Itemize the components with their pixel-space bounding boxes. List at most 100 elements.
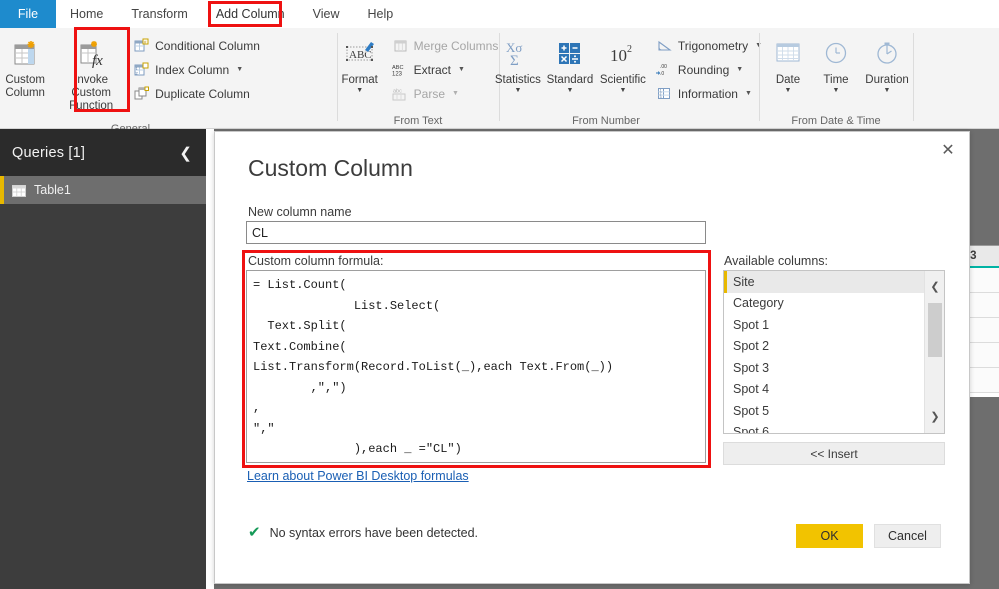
chevron-down-icon[interactable]: ▼ xyxy=(452,90,459,97)
ribbon-tab-add-column[interactable]: Add Column xyxy=(202,0,299,28)
custom-column-dialog: ✕ Custom Column New column name Custom c… xyxy=(214,131,970,584)
format-button[interactable]: ABC Format ▼ xyxy=(334,32,386,95)
table-grid-icon xyxy=(12,184,26,197)
custom-column-button[interactable]: Custom Column xyxy=(0,32,53,100)
available-column-item-spot-3[interactable]: Spot 3 xyxy=(724,357,924,379)
conditional-column-label: Conditional Column xyxy=(155,38,260,53)
insert-column-button[interactable]: << Insert xyxy=(723,442,945,465)
ribbon-tab-home-label: Home xyxy=(70,7,104,21)
chevron-down-icon[interactable]: ▼ xyxy=(785,87,792,95)
available-column-item-site[interactable]: Site xyxy=(724,271,924,293)
custom-column-label: Custom Column xyxy=(5,74,45,99)
clock-icon xyxy=(821,34,851,74)
queries-pane: Queries [1] ❮ Table1 xyxy=(0,129,206,589)
scrollbar-thumb[interactable] xyxy=(928,303,942,357)
group-divider xyxy=(913,33,914,121)
standard-button[interactable]: Standard ▼ xyxy=(544,32,596,95)
parse-abc-icon: abc xyxy=(392,85,409,102)
available-column-item-spot-5[interactable]: Spot 5 xyxy=(724,400,924,422)
chevron-down-icon[interactable]: ▼ xyxy=(884,87,891,95)
statistics-label: Statistics xyxy=(494,74,541,86)
available-column-item-spot-6[interactable]: Spot 6 xyxy=(724,422,924,433)
ribbon-tab-file[interactable]: File xyxy=(0,0,56,28)
ok-button[interactable]: OK xyxy=(796,524,863,548)
learn-formulas-link[interactable]: Learn about Power BI Desktop formulas xyxy=(247,469,469,483)
available-column-item-category[interactable]: Category xyxy=(724,293,924,315)
rounding-button[interactable]: .00 .0 Rounding ▼ xyxy=(654,58,766,81)
extract-button[interactable]: ABC 123 Extract ▼ xyxy=(390,58,503,81)
scroll-down-icon[interactable]: ❯ xyxy=(925,407,944,425)
svg-text:Σ: Σ xyxy=(510,53,519,69)
conditional-column-button[interactable]: # Conditional Column xyxy=(131,34,264,57)
chevron-down-icon[interactable]: ▼ xyxy=(833,87,840,95)
available-columns-list: Site Category Spot 1 Spot 2 Spot 3 Spot … xyxy=(724,271,924,433)
available-column-item-spot-1[interactable]: Spot 1 xyxy=(724,314,924,336)
available-column-label: Category xyxy=(733,296,784,311)
chevron-down-icon[interactable]: ▼ xyxy=(236,66,243,73)
available-columns-label: Available columns: xyxy=(724,254,828,268)
invoke-custom-function-icon: fx xyxy=(76,34,106,74)
available-column-label: Spot 5 xyxy=(733,403,770,418)
ribbon-tab-help[interactable]: Help xyxy=(354,0,408,28)
ribbon-tab-view[interactable]: View xyxy=(299,0,354,28)
formula-editor-textarea[interactable]: = List.Count( List.Select( Text.Split( T… xyxy=(247,271,705,462)
new-column-name-input[interactable] xyxy=(246,221,706,244)
duplicate-column-button[interactable]: Duplicate Column xyxy=(131,82,264,105)
chevron-down-icon[interactable]: ▼ xyxy=(745,90,752,97)
chevron-down-icon[interactable]: ▼ xyxy=(566,87,573,95)
duration-button[interactable]: Duration ▼ xyxy=(860,32,914,95)
chevron-down-icon[interactable]: ▼ xyxy=(356,87,363,95)
cancel-button[interactable]: Cancel xyxy=(874,524,941,548)
merge-columns-button[interactable]: Merge Columns xyxy=(390,34,503,57)
statistics-sigma-icon: Χσ Σ xyxy=(501,34,535,74)
svg-text:10: 10 xyxy=(610,46,627,65)
date-label: Date xyxy=(775,74,801,86)
duplicate-column-icon xyxy=(133,85,150,102)
chevron-down-icon[interactable]: ▼ xyxy=(736,66,743,73)
query-list-item-table1[interactable]: Table1 xyxy=(0,176,206,204)
ribbon-tab-help-label: Help xyxy=(367,7,394,21)
available-column-item-spot-4[interactable]: Spot 4 xyxy=(724,379,924,401)
ribbon-tab-transform-label: Transform xyxy=(131,7,188,21)
scientific-label: Scientific xyxy=(599,74,646,86)
parse-button[interactable]: abc Parse ▼ xyxy=(390,82,503,105)
ribbon-tab-transform[interactable]: Transform xyxy=(117,0,202,28)
extract-abc123-icon: ABC 123 xyxy=(392,61,409,78)
duration-label: Duration xyxy=(865,74,909,86)
scroll-up-icon[interactable]: ❮ xyxy=(925,277,944,295)
ribbon-group-from-text-label: From Text xyxy=(393,115,443,127)
ribbon-tab-view-label: View xyxy=(312,7,340,21)
custom-column-icon xyxy=(10,34,40,74)
standard-operators-icon xyxy=(554,34,586,74)
chevron-down-icon[interactable]: ▼ xyxy=(458,66,465,73)
merge-columns-label: Merge Columns xyxy=(413,38,499,53)
statistics-button[interactable]: Χσ Σ Statistics ▼ xyxy=(492,32,544,95)
scientific-button[interactable]: 10 2 Scientific ▼ xyxy=(596,32,650,95)
available-columns-scrollbar[interactable]: ❮ ❯ xyxy=(924,271,944,433)
standard-label: Standard xyxy=(546,74,594,86)
workspace-left-margin xyxy=(206,129,214,589)
svg-text:123: 123 xyxy=(392,72,403,78)
check-icon: ✔ xyxy=(248,524,261,541)
index-column-button[interactable]: 1 2 Index Column ▼ xyxy=(131,58,264,81)
trigonometry-button[interactable]: Trigonometry ▼ xyxy=(654,34,766,57)
available-column-label: Site xyxy=(733,274,755,289)
merge-columns-icon xyxy=(392,37,409,54)
chevron-down-icon[interactable]: ▼ xyxy=(514,87,521,95)
information-button[interactable]: 1 2 3 Information ▼ xyxy=(654,82,766,105)
dialog-title: Custom Column xyxy=(248,155,413,181)
invoke-custom-function-button[interactable]: fx Invoke Custom Function xyxy=(53,32,129,113)
svg-text:ABC: ABC xyxy=(392,65,404,71)
ribbon-tab-home[interactable]: Home xyxy=(56,0,117,28)
index-column-icon: 1 2 xyxy=(133,61,150,78)
chevron-left-icon[interactable]: ❮ xyxy=(175,142,196,164)
available-column-item-spot-2[interactable]: Spot 2 xyxy=(724,336,924,358)
close-icon[interactable]: ✕ xyxy=(933,138,963,164)
chevron-down-icon[interactable]: ▼ xyxy=(619,87,626,95)
parse-label: Parse xyxy=(413,86,446,101)
available-column-label: Spot 2 xyxy=(733,339,770,354)
available-columns-listbox[interactable]: Site Category Spot 1 Spot 2 Spot 3 Spot … xyxy=(723,270,945,434)
query-list-item-label: Table1 xyxy=(34,183,71,197)
time-button[interactable]: Time ▼ xyxy=(812,32,860,95)
date-button[interactable]: Date ▼ xyxy=(764,32,812,95)
